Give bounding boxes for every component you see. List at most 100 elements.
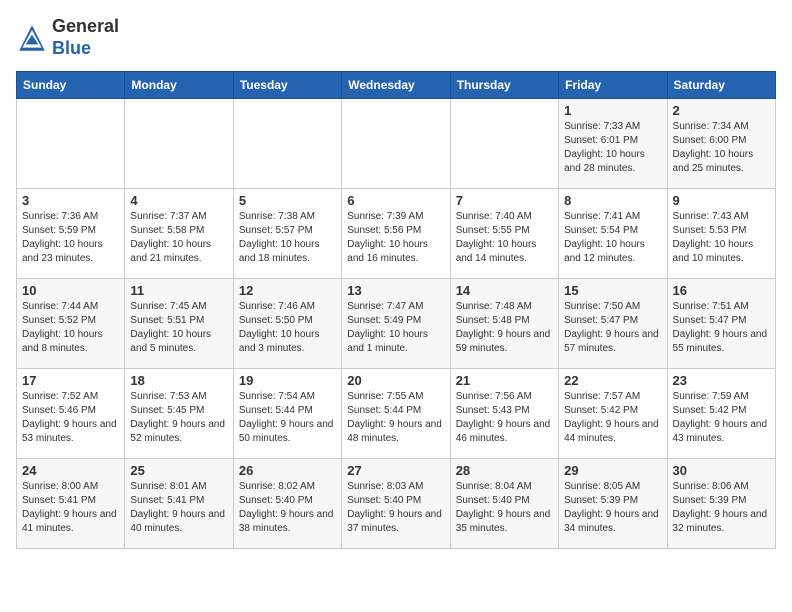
day-number: 10: [22, 283, 119, 298]
day-number: 16: [673, 283, 770, 298]
day-info: Sunrise: 7:36 AM Sunset: 5:59 PM Dayligh…: [22, 210, 119, 266]
weekday-header: Sunday: [17, 72, 125, 99]
day-number: 22: [564, 373, 661, 388]
day-info: Sunrise: 7:52 AM Sunset: 5:46 PM Dayligh…: [22, 390, 119, 446]
weekday-header: Friday: [559, 72, 667, 99]
weekday-header: Saturday: [667, 72, 775, 99]
calendar-week-row: 24 Sunrise: 8:00 AM Sunset: 5:41 PM Dayli…: [17, 459, 776, 549]
calendar-cell: [342, 99, 450, 189]
weekday-header: Monday: [125, 72, 233, 99]
calendar-cell: 26 Sunrise: 8:02 AM Sunset: 5:40 PM Dayli…: [233, 459, 341, 549]
calendar-week-row: 1 Sunrise: 7:33 AM Sunset: 6:01 PM Daylig…: [17, 99, 776, 189]
day-number: 1: [564, 103, 661, 118]
calendar-cell: 22 Sunrise: 7:57 AM Sunset: 5:42 PM Dayli…: [559, 369, 667, 459]
calendar-cell: 30Sunrise: 8:06 AM Sunset: 5:39 PM Dayli…: [667, 459, 775, 549]
page-header: General Blue: [16, 16, 776, 59]
calendar-cell: 17 Sunrise: 7:52 AM Sunset: 5:46 PM Dayli…: [17, 369, 125, 459]
day-number: 28: [456, 463, 553, 478]
calendar-header: SundayMondayTuesdayWednesdayThursdayFrid…: [17, 72, 776, 99]
day-info: Sunrise: 7:33 AM Sunset: 6:01 PM Dayligh…: [564, 120, 661, 176]
calendar-cell: 18 Sunrise: 7:53 AM Sunset: 5:45 PM Dayli…: [125, 369, 233, 459]
day-number: 3: [22, 193, 119, 208]
day-number: 21: [456, 373, 553, 388]
day-number: 24: [22, 463, 119, 478]
logo: General Blue: [16, 16, 119, 59]
calendar-cell: [450, 99, 558, 189]
calendar-week-row: 3 Sunrise: 7:36 AM Sunset: 5:59 PM Daylig…: [17, 189, 776, 279]
calendar-cell: 29 Sunrise: 8:05 AM Sunset: 5:39 PM Dayli…: [559, 459, 667, 549]
weekday-header: Wednesday: [342, 72, 450, 99]
calendar-body: 1 Sunrise: 7:33 AM Sunset: 6:01 PM Daylig…: [17, 99, 776, 549]
weekday-header: Tuesday: [233, 72, 341, 99]
calendar-cell: 14 Sunrise: 7:48 AM Sunset: 5:48 PM Dayli…: [450, 279, 558, 369]
day-number: 17: [22, 373, 119, 388]
day-number: 4: [130, 193, 227, 208]
calendar-cell: 20 Sunrise: 7:55 AM Sunset: 5:44 PM Dayli…: [342, 369, 450, 459]
calendar-cell: 9 Sunrise: 7:43 AM Sunset: 5:53 PM Daylig…: [667, 189, 775, 279]
day-info: Sunrise: 7:50 AM Sunset: 5:47 PM Dayligh…: [564, 300, 661, 356]
day-number: 29: [564, 463, 661, 478]
day-number: 7: [456, 193, 553, 208]
calendar-cell: 4 Sunrise: 7:37 AM Sunset: 5:58 PM Daylig…: [125, 189, 233, 279]
day-info: Sunrise: 8:00 AM Sunset: 5:41 PM Dayligh…: [22, 480, 119, 536]
day-info: Sunrise: 7:55 AM Sunset: 5:44 PM Dayligh…: [347, 390, 444, 446]
calendar-cell: 11 Sunrise: 7:45 AM Sunset: 5:51 PM Dayli…: [125, 279, 233, 369]
day-info: Sunrise: 7:53 AM Sunset: 5:45 PM Dayligh…: [130, 390, 227, 446]
day-info: Sunrise: 7:39 AM Sunset: 5:56 PM Dayligh…: [347, 210, 444, 266]
calendar-table: SundayMondayTuesdayWednesdayThursdayFrid…: [16, 71, 776, 549]
day-info: Sunrise: 7:46 AM Sunset: 5:50 PM Dayligh…: [239, 300, 336, 356]
logo-text: General Blue: [52, 16, 119, 59]
day-info: Sunrise: 7:37 AM Sunset: 5:58 PM Dayligh…: [130, 210, 227, 266]
day-info: Sunrise: 7:34 AM Sunset: 6:00 PM Dayligh…: [673, 120, 770, 176]
day-info: Sunrise: 8:05 AM Sunset: 5:39 PM Dayligh…: [564, 480, 661, 536]
calendar-cell: 3 Sunrise: 7:36 AM Sunset: 5:59 PM Daylig…: [17, 189, 125, 279]
logo-general: General: [52, 16, 119, 36]
calendar-week-row: 17 Sunrise: 7:52 AM Sunset: 5:46 PM Dayli…: [17, 369, 776, 459]
calendar-cell: 5Sunrise: 7:38 AM Sunset: 5:57 PM Daylig…: [233, 189, 341, 279]
day-number: 14: [456, 283, 553, 298]
calendar-cell: [17, 99, 125, 189]
day-info: Sunrise: 7:48 AM Sunset: 5:48 PM Dayligh…: [456, 300, 553, 356]
logo-icon: [16, 22, 48, 54]
day-number: 30: [673, 463, 770, 478]
logo-blue: Blue: [52, 38, 91, 58]
day-info: Sunrise: 7:45 AM Sunset: 5:51 PM Dayligh…: [130, 300, 227, 356]
day-number: 9: [673, 193, 770, 208]
calendar-cell: 13Sunrise: 7:47 AM Sunset: 5:49 PM Dayli…: [342, 279, 450, 369]
calendar-cell: 2 Sunrise: 7:34 AM Sunset: 6:00 PM Daylig…: [667, 99, 775, 189]
day-number: 27: [347, 463, 444, 478]
day-number: 19: [239, 373, 336, 388]
day-info: Sunrise: 8:04 AM Sunset: 5:40 PM Dayligh…: [456, 480, 553, 536]
calendar-cell: 10 Sunrise: 7:44 AM Sunset: 5:52 PM Dayli…: [17, 279, 125, 369]
day-number: 13: [347, 283, 444, 298]
day-number: 20: [347, 373, 444, 388]
day-number: 26: [239, 463, 336, 478]
day-info: Sunrise: 7:54 AM Sunset: 5:44 PM Dayligh…: [239, 390, 336, 446]
calendar-cell: 15 Sunrise: 7:50 AM Sunset: 5:47 PM Dayli…: [559, 279, 667, 369]
day-info: Sunrise: 7:41 AM Sunset: 5:54 PM Dayligh…: [564, 210, 661, 266]
calendar-week-row: 10 Sunrise: 7:44 AM Sunset: 5:52 PM Dayli…: [17, 279, 776, 369]
calendar-cell: 8Sunrise: 7:41 AM Sunset: 5:54 PM Daylig…: [559, 189, 667, 279]
calendar-cell: 21 Sunrise: 7:56 AM Sunset: 5:43 PM Dayli…: [450, 369, 558, 459]
calendar-cell: 24 Sunrise: 8:00 AM Sunset: 5:41 PM Dayli…: [17, 459, 125, 549]
day-number: 5: [239, 193, 336, 208]
calendar-cell: 25Sunrise: 8:01 AM Sunset: 5:41 PM Dayli…: [125, 459, 233, 549]
day-info: Sunrise: 7:44 AM Sunset: 5:52 PM Dayligh…: [22, 300, 119, 356]
calendar-cell: 23Sunrise: 7:59 AM Sunset: 5:42 PM Dayli…: [667, 369, 775, 459]
day-info: Sunrise: 7:59 AM Sunset: 5:42 PM Dayligh…: [673, 390, 770, 446]
calendar-cell: 6 Sunrise: 7:39 AM Sunset: 5:56 PM Daylig…: [342, 189, 450, 279]
day-number: 18: [130, 373, 227, 388]
day-number: 6: [347, 193, 444, 208]
day-number: 11: [130, 283, 227, 298]
weekday-row: SundayMondayTuesdayWednesdayThursdayFrid…: [17, 72, 776, 99]
day-info: Sunrise: 7:40 AM Sunset: 5:55 PM Dayligh…: [456, 210, 553, 266]
day-number: 2: [673, 103, 770, 118]
calendar-cell: 19 Sunrise: 7:54 AM Sunset: 5:44 PM Dayli…: [233, 369, 341, 459]
calendar-cell: 12Sunrise: 7:46 AM Sunset: 5:50 PM Dayli…: [233, 279, 341, 369]
day-number: 15: [564, 283, 661, 298]
day-info: Sunrise: 8:02 AM Sunset: 5:40 PM Dayligh…: [239, 480, 336, 536]
day-info: Sunrise: 8:03 AM Sunset: 5:40 PM Dayligh…: [347, 480, 444, 536]
day-info: Sunrise: 7:56 AM Sunset: 5:43 PM Dayligh…: [456, 390, 553, 446]
day-info: Sunrise: 7:57 AM Sunset: 5:42 PM Dayligh…: [564, 390, 661, 446]
day-info: Sunrise: 7:43 AM Sunset: 5:53 PM Dayligh…: [673, 210, 770, 266]
